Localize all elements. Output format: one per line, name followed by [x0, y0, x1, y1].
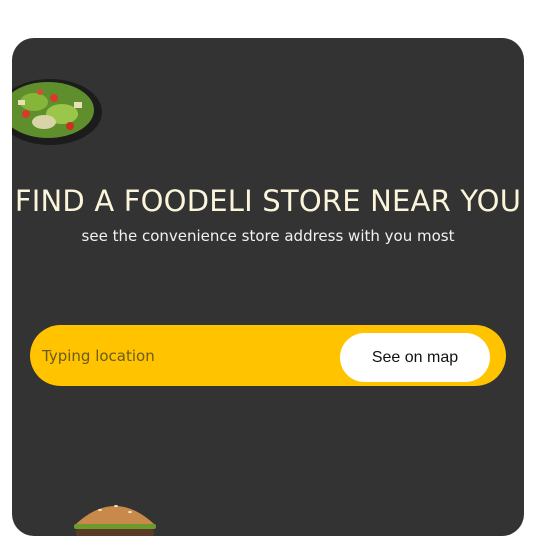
burger-image — [74, 505, 156, 536]
store-locator-card: FIND A FOODELI STORE NEAR YOU see the co… — [12, 38, 524, 536]
page-title: FIND A FOODELI STORE NEAR YOU — [14, 184, 522, 218]
salad-plate-image — [12, 79, 102, 145]
location-input[interactable] — [42, 333, 342, 378]
location-search-bar: See on map — [30, 325, 506, 386]
page-subtitle: see the convenience store address with y… — [81, 227, 455, 245]
see-on-map-button[interactable]: See on map — [340, 333, 490, 382]
